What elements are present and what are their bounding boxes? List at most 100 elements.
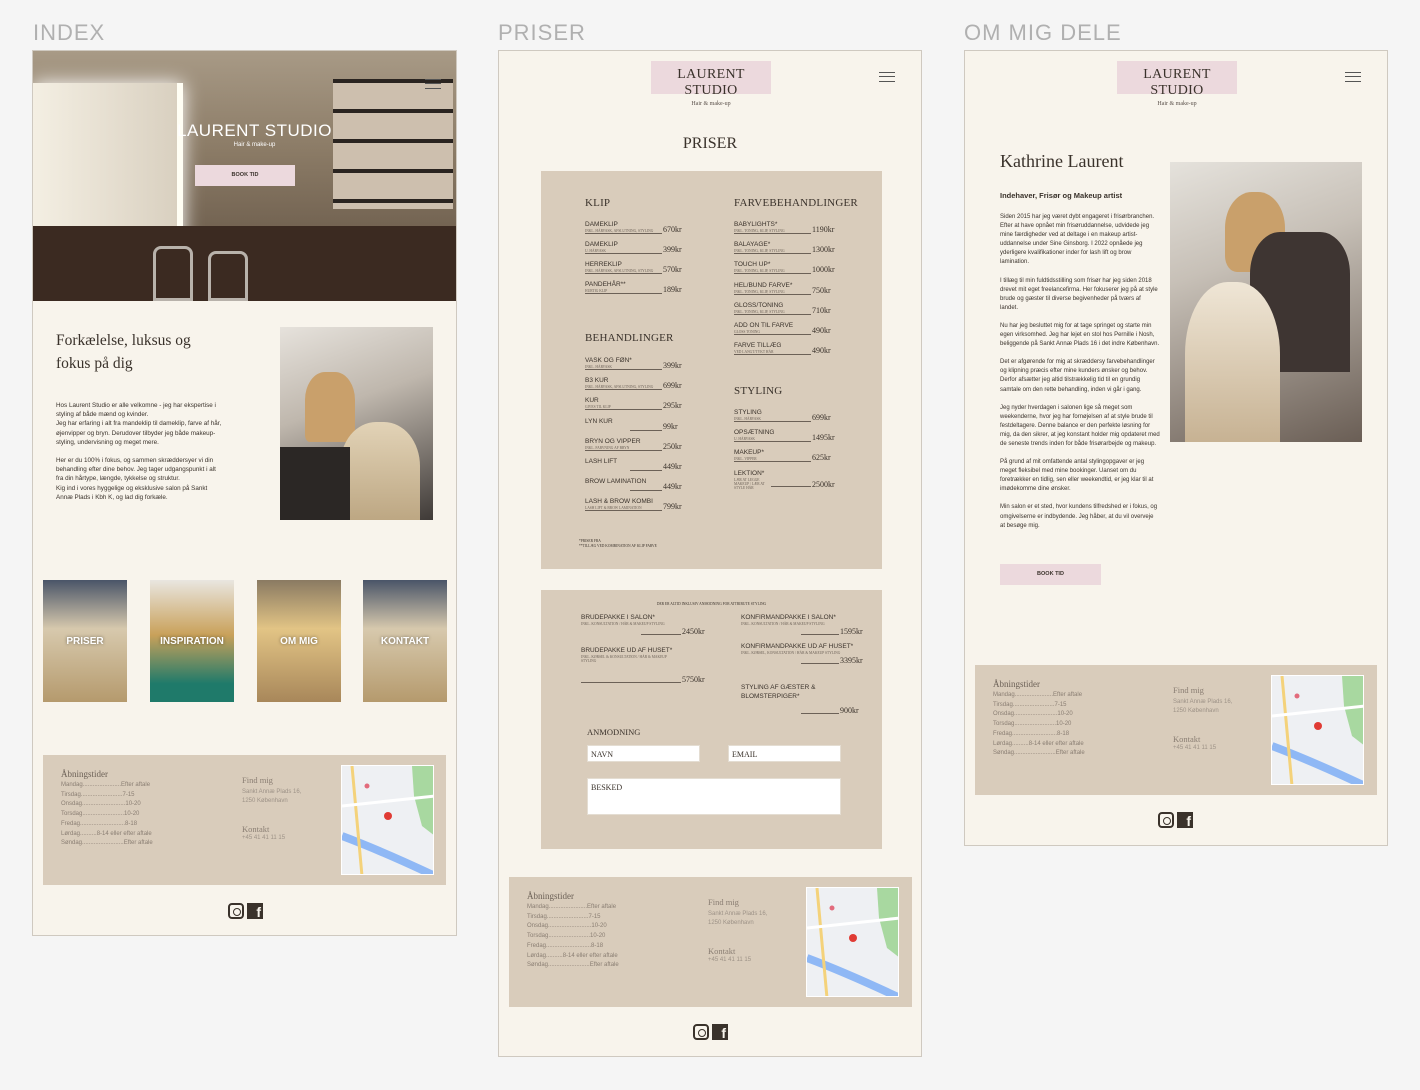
- price-value: 2450kr: [682, 627, 705, 636]
- index-find-me: Find mig Sankt Annæ Plads 16, 1250 Køben…: [242, 775, 302, 841]
- price-leader-line: [734, 421, 811, 422]
- price-leader-line: [630, 490, 662, 492]
- price-leader-line: [734, 461, 811, 463]
- price-section-title: BEHANDLINGER: [585, 332, 674, 344]
- price-leader-line: [581, 682, 681, 683]
- price-value: 3395kr: [840, 656, 863, 665]
- package-item: KONFIRMANDPAKKE I SALON* INKL. KONSULTATI…: [741, 614, 836, 626]
- om-menu-icon[interactable]: [1345, 72, 1361, 82]
- hero-brand-name: LAURENT STUDIO: [177, 121, 332, 140]
- price-item: B3 KUR INKL. HÅRVASK, AFSLUTNING, STYLING: [585, 377, 654, 390]
- tile-om-mig[interactable]: OM MIG: [257, 580, 341, 702]
- price-value: 250kr: [663, 441, 682, 451]
- priser-page-frame: LAURENT STUDIO Hair & make-up PRISER KLI…: [498, 50, 922, 1057]
- price-item: STYLING INKL. HÅRVASK: [734, 409, 762, 421]
- instagram-icon[interactable]: [693, 1024, 709, 1040]
- intro-heading-line-1: Forkælelse, luksus og: [56, 332, 191, 349]
- priser-logo[interactable]: LAURENT STUDIO Hair & make-up: [651, 61, 771, 107]
- price-value: 5750kr: [682, 675, 705, 684]
- price-list-panel: KLIP DAMEKLIP INKL. HÅRVASK, AFSLUTNING, S…: [541, 171, 882, 569]
- price-leader-line: [734, 313, 811, 315]
- price-value: 699kr: [812, 413, 831, 422]
- name-input[interactable]: NAVN: [587, 745, 700, 762]
- price-section-title: FARVEBEHANDLINGER: [734, 197, 858, 209]
- priser-menu-icon[interactable]: [879, 72, 895, 82]
- tile-kontakt[interactable]: KONTAKT: [363, 580, 447, 702]
- price-value: 1300kr: [812, 245, 835, 255]
- om-book-button[interactable]: BOOK TID: [1000, 564, 1101, 585]
- price-value: 449kr: [663, 462, 682, 471]
- priser-social: f: [693, 1024, 728, 1041]
- priser-footer: Åbningstider Mandag.....................…: [509, 877, 912, 1007]
- price-leader-line: [734, 293, 811, 295]
- price-leader-line: [585, 253, 662, 254]
- price-leader-line: [734, 273, 811, 275]
- hero-salon-photo: LAURENT STUDIO Hair & make-up BOOK TID: [33, 51, 456, 301]
- priser-map[interactable]: [806, 887, 899, 997]
- index-opening-hours: Åbningstider Mandag.....................…: [61, 769, 153, 847]
- price-section-title: KLIP: [585, 197, 611, 209]
- package-item: BRUDEPAKKE UD AF HUSET* INKL. KØRSEL & KO…: [581, 647, 673, 663]
- instagram-icon[interactable]: [228, 903, 244, 919]
- index-map[interactable]: [341, 765, 434, 875]
- facebook-icon[interactable]: f: [1177, 812, 1193, 829]
- package-header: DER ER ALTID INKLUSIV ANMODNING FOR ATTR…: [656, 602, 767, 606]
- price-value: 399kr: [663, 361, 682, 370]
- package-item: STYLING AF GÆSTER &: [741, 684, 816, 691]
- price-value: 189kr: [663, 285, 682, 294]
- email-input[interactable]: EMAIL: [728, 745, 841, 762]
- tile-inspiration[interactable]: INSPIRATION: [150, 580, 234, 702]
- price-item: FARVE TILLÆG VED LANGT/TYKT HÅR: [734, 342, 782, 355]
- price-value: 750kr: [812, 285, 831, 295]
- price-item: LASH & BROW KOMBI LASH LIFT & BROW LAMINA…: [585, 498, 653, 511]
- price-value: 670kr: [663, 225, 682, 234]
- price-value: 900kr: [840, 706, 859, 715]
- price-item: PANDEHÅR** HURTIG KLIP: [585, 281, 626, 293]
- column-label-om-mig: OM MIG DELE: [964, 20, 1122, 45]
- instagram-icon[interactable]: [1158, 812, 1174, 828]
- price-value: 570kr: [663, 265, 682, 274]
- menu-icon[interactable]: [425, 79, 441, 89]
- price-item: LYN KUR: [585, 417, 613, 425]
- index-page-frame: LAURENT STUDIO Hair & make-up BOOK TID F…: [32, 50, 457, 936]
- intro-heading: Forkælelse, luksus og fokus på dig: [56, 329, 191, 375]
- om-logo[interactable]: LAURENT STUDIO Hair & make-up: [1117, 61, 1237, 107]
- price-leader-line: [630, 470, 662, 471]
- price-value: 490kr: [812, 346, 831, 356]
- om-mig-page-frame: LAURENT STUDIO Hair & make-up Kathrine L…: [964, 50, 1388, 846]
- tile-priser-label: PRISER: [66, 636, 104, 647]
- price-item: LEKTION* LÆR AT LEGGE MAKEUP / LÆR AT STY…: [734, 470, 765, 490]
- price-item: MAKEUP* INKL. VIPPER: [734, 449, 764, 462]
- tile-priser[interactable]: PRISER: [43, 580, 127, 702]
- price-value: 710kr: [812, 305, 831, 315]
- price-value: 1190kr: [812, 225, 835, 234]
- price-item: DAMEKLIP U. HÅRVASK: [585, 241, 618, 253]
- price-value: 2500kr: [812, 480, 835, 489]
- message-textarea[interactable]: BESKED: [587, 778, 841, 815]
- facebook-icon[interactable]: f: [712, 1024, 728, 1041]
- price-item: HEL/BUND FARVE* INKL. TONING, KLIP, STYLI…: [734, 281, 793, 294]
- priser-title: PRISER: [682, 135, 738, 152]
- priser-find-me: Find mig Sankt Annæ Plads 16, 1250 Køben…: [708, 897, 768, 963]
- column-label-index: INDEX: [33, 20, 106, 45]
- priser-opening-hours: Åbningstider Mandag.....................…: [527, 891, 619, 969]
- tile-om-mig-label: OM MIG: [280, 636, 318, 647]
- price-value: 1595kr: [840, 627, 863, 636]
- price-value: 399kr: [663, 245, 682, 254]
- hero-book-button[interactable]: BOOK TID: [195, 165, 295, 186]
- package-panel: DER ER ALTID INKLUSIV ANMODNING FOR ATTR…: [541, 590, 882, 849]
- om-map[interactable]: [1271, 675, 1364, 785]
- price-leader-line: [734, 233, 811, 234]
- price-item: KUR GIVES TIL KLIP: [585, 397, 611, 410]
- price-value: 449kr: [663, 482, 682, 492]
- price-leader-line: [585, 293, 662, 294]
- price-leader-line: [641, 634, 681, 635]
- price-leader-line: [801, 634, 839, 635]
- price-item: BRYN OG VIPPER INKL. FARVNING AF BRYN: [585, 437, 641, 450]
- facebook-icon[interactable]: f: [247, 903, 263, 920]
- price-value: 295kr: [663, 401, 682, 411]
- package-item: BLOMSTERPIGER*: [741, 693, 800, 700]
- price-value: 99kr: [663, 421, 678, 431]
- price-leader-line: [734, 334, 811, 335]
- price-leader-line: [801, 713, 839, 714]
